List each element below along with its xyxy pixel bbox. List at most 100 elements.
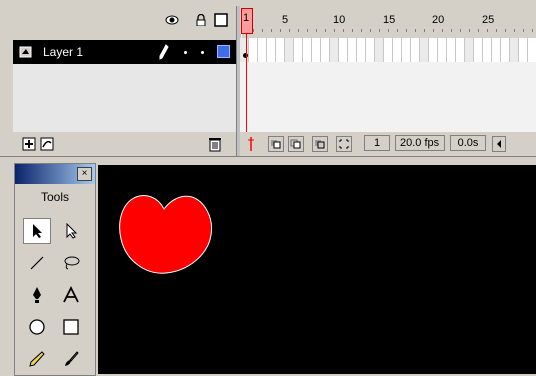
frame-cell[interactable]	[465, 38, 474, 62]
onion-outline-button[interactable]	[288, 136, 304, 152]
edit-multiple-frames-icon	[315, 140, 325, 149]
frame-cell[interactable]	[312, 38, 321, 62]
timeline-status-bar: 1 20.0 fps 0.0s	[240, 132, 536, 156]
lock-icon[interactable]	[194, 14, 208, 26]
text-icon	[63, 286, 79, 303]
trash-icon[interactable]	[208, 136, 222, 152]
frame-number: 20	[432, 14, 445, 26]
add-layer-icon[interactable]	[22, 137, 36, 151]
frame-cell[interactable]	[321, 38, 330, 62]
ruler-tick	[298, 29, 299, 32]
modify-markers-button[interactable]	[336, 136, 352, 152]
frame-cell[interactable]	[519, 38, 528, 62]
onion-skin-button[interactable]	[268, 136, 284, 152]
frame-cell[interactable]	[429, 38, 438, 62]
frame-cell[interactable]	[384, 38, 393, 62]
frame-cell[interactable]	[474, 38, 483, 62]
ruler-tick	[496, 29, 497, 32]
ruler-tick	[262, 29, 263, 32]
red-shape[interactable]	[116, 189, 216, 281]
current-frame-field: 1	[364, 135, 390, 151]
panel-separator	[0, 156, 536, 163]
frame-cell[interactable]	[402, 38, 411, 62]
frame-cell[interactable]	[510, 38, 519, 62]
center-frame-icon[interactable]	[245, 136, 257, 152]
frame-cell[interactable]	[339, 38, 348, 62]
frame-ruler[interactable]: 5 10 15 20 25	[240, 6, 536, 34]
ruler-tick	[532, 29, 533, 32]
frame-cell[interactable]	[528, 38, 536, 62]
frame-rate-field[interactable]: 20.0 fps	[395, 135, 445, 151]
eye-icon[interactable]	[165, 14, 179, 26]
layer-icon	[19, 46, 32, 58]
frame-cell[interactable]	[411, 38, 420, 62]
layer-toolbar	[13, 132, 236, 156]
frame-cell[interactable]	[366, 38, 375, 62]
text-tool[interactable]	[57, 282, 85, 308]
frame-number: 10	[333, 14, 346, 26]
ruler-tick	[487, 29, 488, 32]
frame-cell[interactable]	[483, 38, 492, 62]
ruler-tick	[307, 29, 308, 32]
frame-cell[interactable]	[447, 38, 456, 62]
frame-cell[interactable]	[303, 38, 312, 62]
add-guide-layer-icon[interactable]	[40, 137, 54, 151]
brush-icon	[65, 351, 79, 366]
layer-row[interactable]: Layer 1	[13, 40, 236, 64]
frame-number: 25	[482, 14, 495, 26]
arrow-tool[interactable]	[23, 218, 51, 244]
pen-tool[interactable]	[23, 282, 51, 308]
frame-cell[interactable]	[267, 38, 276, 62]
ruler-tick	[442, 29, 443, 32]
frame-cell[interactable]	[258, 38, 267, 62]
frame-cell[interactable]	[492, 38, 501, 62]
pencil-tool[interactable]	[23, 346, 51, 372]
frame-cell[interactable]	[276, 38, 285, 62]
frame-cell[interactable]	[438, 38, 447, 62]
ruler-tick	[451, 29, 452, 32]
lock-dot[interactable]	[201, 51, 204, 54]
frame-cell[interactable]	[375, 38, 384, 62]
tools-titlebar[interactable]: ×	[15, 164, 95, 184]
frame-cell[interactable]	[420, 38, 429, 62]
frame-cell[interactable]	[294, 38, 303, 62]
frame-cell[interactable]	[330, 38, 339, 62]
line-tool[interactable]	[23, 250, 51, 276]
outline-color-swatch[interactable]	[217, 45, 230, 58]
scroll-left-button[interactable]	[492, 136, 506, 152]
frame-cell[interactable]	[357, 38, 366, 62]
close-icon[interactable]: ×	[77, 167, 92, 181]
frame-area-empty	[240, 62, 536, 132]
frame-cell[interactable]	[393, 38, 402, 62]
ruler-tick	[370, 29, 371, 32]
pen-icon	[33, 287, 41, 303]
lasso-tool[interactable]	[57, 250, 85, 276]
line-icon	[30, 256, 44, 270]
subselect-tool[interactable]	[57, 218, 85, 244]
frame-cell[interactable]	[501, 38, 510, 62]
edit-multiple-frames-button[interactable]	[312, 136, 328, 152]
ruler-tick	[253, 29, 254, 32]
outline-icon[interactable]	[214, 13, 228, 27]
arrow-left-icon	[497, 140, 501, 148]
frame-cell[interactable]	[249, 38, 258, 62]
elapsed-time-field: 0.0s	[450, 135, 486, 151]
frame-cell[interactable]	[456, 38, 465, 62]
ruler-tick	[379, 29, 380, 32]
rectangle-icon	[63, 319, 79, 335]
frame-number: 15	[383, 14, 396, 26]
frame-cell[interactable]	[348, 38, 357, 62]
layer-name[interactable]: Layer 1	[43, 45, 83, 59]
frame-cells[interactable]	[240, 38, 536, 62]
ruler-tick	[316, 29, 317, 32]
stage[interactable]	[98, 165, 536, 374]
frame-cell[interactable]	[285, 38, 294, 62]
visibility-dot[interactable]	[184, 51, 187, 54]
ruler-tick	[334, 29, 335, 32]
frame-cell[interactable]	[240, 38, 249, 62]
oval-tool[interactable]	[23, 314, 51, 340]
rectangle-tool[interactable]	[57, 314, 85, 340]
brush-tool[interactable]	[57, 346, 85, 372]
ruler-tick	[280, 29, 281, 32]
tools-label: Tools	[40, 190, 69, 204]
